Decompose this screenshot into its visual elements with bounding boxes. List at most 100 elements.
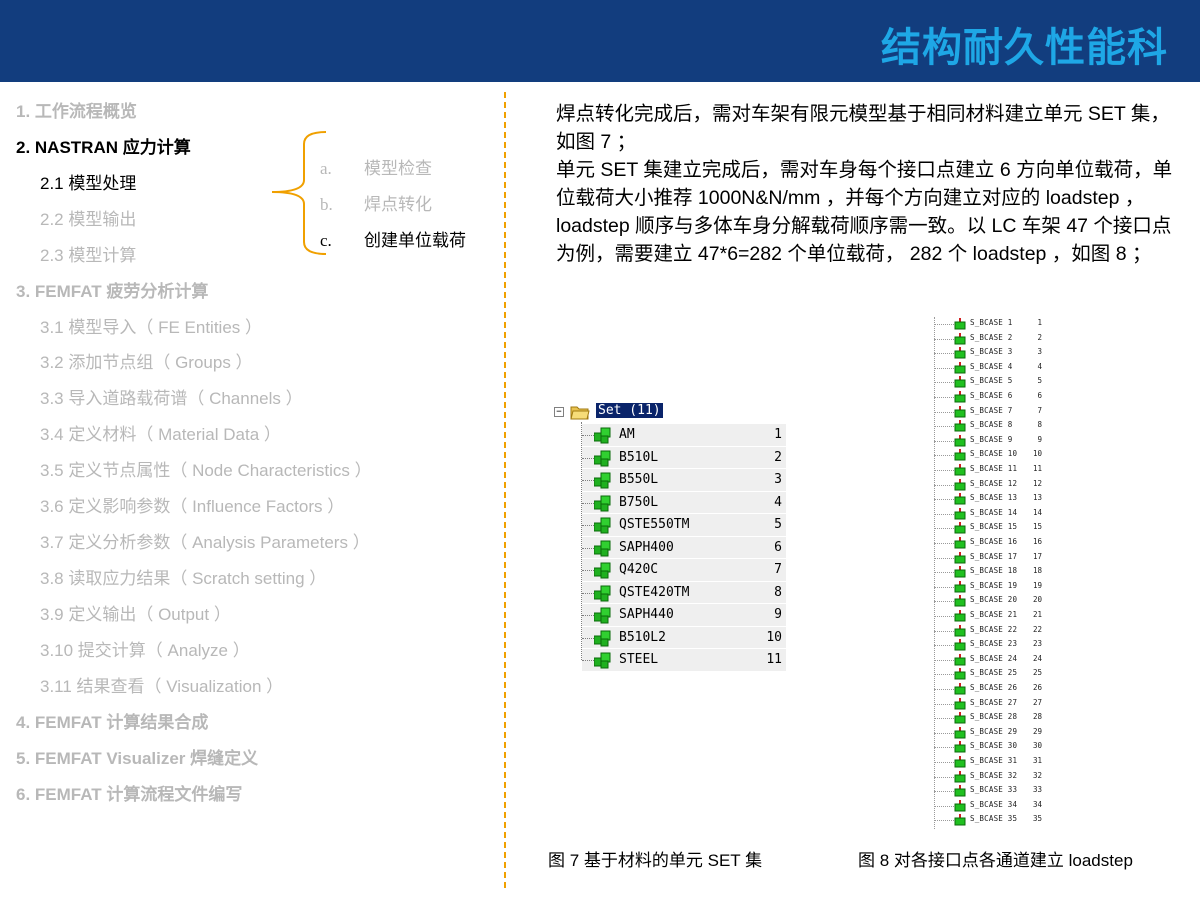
loadstep-item[interactable]: S_BCASE 5 5	[930, 375, 1062, 390]
green-loadstep-icon	[954, 434, 966, 447]
toc-section[interactable]: 5. FEMFAT Visualizer 焊缝定义	[16, 744, 258, 769]
set-tree-item[interactable]: QSTE550TM 5	[582, 514, 786, 537]
toc-subsection[interactable]: 3.6 定义影响参数（ Influence Factors ）	[40, 492, 344, 517]
loadstep-item[interactable]: S_BCASE 33 33	[930, 784, 1062, 799]
loadstep-item[interactable]: S_BCASE 1 1	[930, 317, 1062, 332]
loadstep-item[interactable]: S_BCASE 3 3	[930, 346, 1062, 361]
sub-step-label: 模型检查	[364, 159, 432, 179]
loadstep-item[interactable]: S_BCASE 22 22	[930, 624, 1062, 639]
set-tree-item[interactable]: B550L 3	[582, 469, 786, 492]
loadstep-item[interactable]: S_BCASE 13 13	[930, 492, 1062, 507]
set-name: STEEL	[619, 652, 659, 667]
loadstep-item[interactable]: S_BCASE 26 26	[930, 682, 1062, 697]
set-tree-item[interactable]: AM 1	[582, 424, 786, 447]
loadstep-item[interactable]: S_BCASE 14 14	[930, 507, 1062, 522]
sub-step-item[interactable]: b. 焊点转化	[320, 190, 432, 215]
tree-branch-line	[582, 525, 594, 526]
loadstep-item[interactable]: S_BCASE 4 4	[930, 361, 1062, 376]
loadstep-id: 8	[1037, 420, 1042, 430]
loadstep-item[interactable]: S_BCASE 35 35	[930, 813, 1062, 828]
loadstep-item[interactable]: S_BCASE 6 6	[930, 390, 1062, 405]
loadstep-id: 1	[1037, 318, 1042, 327]
set-tree-item[interactable]: SAPH440 9	[582, 604, 786, 627]
set-tree-item[interactable]: SAPH400 6	[582, 536, 786, 559]
set-name: B750L	[619, 494, 659, 510]
toc-section[interactable]: 3. FEMFAT 疲劳分析计算	[16, 277, 208, 302]
loadstep-item[interactable]: S_BCASE 16 16	[930, 536, 1062, 551]
set-tree-item[interactable]: B750L 4	[582, 491, 786, 514]
toc-subsection[interactable]: 3.3 导入道路载荷谱（ Channels ）	[40, 384, 303, 409]
list-branch-line	[934, 324, 954, 325]
toc-section[interactable]: 1. 工作流程概览	[16, 97, 137, 122]
list-branch-line	[934, 674, 954, 676]
loadstep-item[interactable]: S_BCASE 17 17	[930, 551, 1062, 566]
loadstep-item[interactable]: S_BCASE 24 24	[930, 653, 1062, 668]
loadstep-item[interactable]: S_BCASE 21 21	[930, 609, 1062, 624]
toc-subsection[interactable]: 3.5 定义节点属性（ Node Characteristics ）	[40, 456, 372, 481]
loadstep-id: 30	[1032, 741, 1042, 751]
loadstep-name: S_BCASE 13	[970, 493, 1018, 503]
toc-subsection[interactable]: 2.3 模型计算	[40, 241, 136, 266]
loadstep-name: S_BCASE 6	[970, 391, 1013, 400]
loadstep-item[interactable]: S_BCASE 32 32	[930, 770, 1062, 785]
loadstep-item[interactable]: S_BCASE 31 31	[930, 755, 1062, 770]
loadstep-item[interactable]: S_BCASE 30 30	[930, 740, 1062, 755]
sub-step-letter: c.	[320, 231, 332, 250]
loadstep-item[interactable]: S_BCASE 28 28	[930, 711, 1062, 726]
sub-step-item[interactable]: a. 模型检查	[320, 154, 432, 179]
toc-subsection[interactable]: 3.9 定义输出（ Output ）	[40, 600, 231, 625]
toc-subsection[interactable]: 3.4 定义材料（ Material Data ）	[40, 420, 281, 445]
loadstep-name: S_BCASE 11	[970, 464, 1018, 473]
loadstep-item[interactable]: S_BCASE 29 29	[930, 726, 1062, 741]
green-set-icon	[594, 630, 611, 646]
loadstep-id: 29	[1032, 726, 1042, 736]
loadstep-item[interactable]: S_BCASE 12 12	[930, 478, 1062, 493]
set-tree-item[interactable]: STEEL 11	[582, 649, 786, 672]
loadstep-name: S_BCASE 1	[970, 318, 1013, 327]
tree-branch-line	[582, 547, 594, 549]
collapse-toggle-icon[interactable]: −	[554, 407, 564, 417]
loadstep-item[interactable]: S_BCASE 15 15	[930, 521, 1062, 536]
loadstep-item[interactable]: S_BCASE 7 7	[930, 405, 1062, 420]
loadstep-item[interactable]: S_BCASE 20 20	[930, 594, 1062, 609]
toc-subsection[interactable]: 2.2 模型输出	[40, 205, 136, 230]
loadstep-item[interactable]: S_BCASE 25 25	[930, 667, 1062, 682]
loadstep-name: S_BCASE 18	[970, 566, 1018, 576]
set-tree-item[interactable]: B510L2 10	[582, 626, 786, 649]
loadstep-item[interactable]: S_BCASE 19 19	[930, 580, 1062, 595]
loadstep-name: S_BCASE 14	[970, 507, 1018, 517]
toc-section[interactable]: 2. NASTRAN 应力计算	[16, 133, 191, 158]
set-tree-item[interactable]: B510L 2	[582, 446, 786, 469]
toc-subsection[interactable]: 3.11 结果查看（ Visualization ）	[40, 672, 283, 697]
tree-branch-line	[582, 660, 594, 661]
loadstep-id: 13	[1032, 493, 1042, 503]
loadstep-item[interactable]: S_BCASE 34 34	[930, 799, 1062, 814]
loadstep-item[interactable]: S_BCASE 10 10	[930, 448, 1062, 463]
section-divider	[504, 92, 506, 888]
set-name: B550L	[619, 472, 659, 487]
toc-subsection[interactable]: 3.10 提交计算（ Analyze ）	[40, 636, 250, 661]
loadstep-name: S_BCASE 17	[970, 551, 1018, 561]
loadstep-item[interactable]: S_BCASE 9 9	[930, 434, 1062, 449]
set-tree-item[interactable]: Q420C 7	[582, 559, 786, 582]
toc-subsection[interactable]: 3.2 添加节点组（ Groups ）	[40, 348, 253, 373]
loadstep-item[interactable]: S_BCASE 27 27	[930, 697, 1062, 712]
sub-step-item[interactable]: c. 创建单位载荷	[320, 226, 466, 251]
green-loadstep-icon	[954, 668, 966, 680]
toc-subsection[interactable]: 3.7 定义分析参数（ Analysis Parameters ）	[40, 528, 370, 553]
set-tree-item[interactable]: QSTE420TM 8	[582, 581, 786, 604]
list-branch-line	[934, 703, 954, 705]
list-branch-line	[934, 791, 954, 793]
toc-subsection[interactable]: 2.1 模型处理	[40, 169, 136, 194]
loadstep-item[interactable]: S_BCASE 8 8	[930, 419, 1062, 434]
loadstep-item[interactable]: S_BCASE 2 2	[930, 332, 1062, 347]
toc-section[interactable]: 6. FEMFAT 计算流程文件编写	[16, 780, 242, 805]
toc-subsection[interactable]: 3.8 读取应力结果（ Scratch setting ）	[40, 564, 326, 589]
loadstep-item[interactable]: S_BCASE 18 18	[930, 565, 1062, 580]
loadstep-item[interactable]: S_BCASE 23 23	[930, 638, 1062, 653]
green-loadstep-icon	[954, 610, 966, 622]
list-branch-line	[934, 689, 954, 690]
toc-subsection[interactable]: 3.1 模型导入（ FE Entities ）	[40, 313, 262, 338]
toc-section[interactable]: 4. FEMFAT 计算结果合成	[16, 708, 208, 733]
loadstep-item[interactable]: S_BCASE 11 11	[930, 463, 1062, 478]
